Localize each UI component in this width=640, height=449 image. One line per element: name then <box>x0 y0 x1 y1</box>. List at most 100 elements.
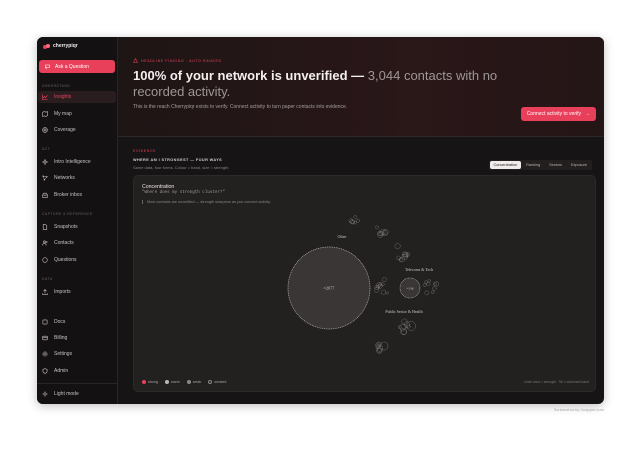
telecom-satellite-bubble[interactable] <box>431 290 435 295</box>
sidebar-item-snapshots[interactable]: Snapshots <box>38 221 116 233</box>
sparkle-icon <box>42 159 48 165</box>
warning-icon <box>133 58 138 63</box>
legend-label: unrated <box>214 380 227 384</box>
sidebar-item-networks[interactable]: Networks <box>38 172 116 184</box>
legend-label: weak <box>192 380 202 384</box>
telecom-satellite-bubble[interactable] <box>433 281 439 287</box>
shield-icon <box>42 368 48 374</box>
public-small-bubble[interactable] <box>398 325 402 329</box>
bubble-telecoms-label: ≈136 <box>407 287 414 291</box>
inbox-icon <box>42 192 48 198</box>
sidebar-item-label: Intro Intelligence <box>54 159 91 165</box>
panel-note: Most contacts are unverified — strength … <box>142 200 271 204</box>
card-icon <box>42 335 48 341</box>
telecom-satellite-bubble[interactable] <box>424 290 430 296</box>
sidebar-item-label: Coverage <box>54 127 76 133</box>
section-label-capture: Capture & Reference <box>42 212 93 216</box>
logo[interactable]: cherrypiqr <box>43 43 78 49</box>
sidebar-divider <box>37 383 117 384</box>
telecom-satellite-bubble[interactable] <box>432 286 437 291</box>
legend-item-warm: warm <box>165 380 180 384</box>
map-icon <box>42 111 48 117</box>
sidebar-item-label: Contacts <box>54 240 74 246</box>
sidebar-item-broker-inbox[interactable]: Broker inbox <box>38 189 116 201</box>
sidebar-item-admin[interactable]: Admin <box>38 365 116 377</box>
sidebar-item-settings[interactable]: Settings <box>38 348 116 360</box>
network-icon <box>42 175 48 181</box>
main-satellite-bubble[interactable] <box>385 291 389 295</box>
sidebar-item-billing[interactable]: Billing <box>38 332 116 344</box>
app-window: cherrypiqr Ask a Question Understand Ins… <box>37 37 604 404</box>
cherry-logo-icon <box>43 43 50 49</box>
concentration-panel: ≈2677 ≈136 Telecoms & Tech Other Public Sect… <box>133 175 596 392</box>
public-small-bubble[interactable] <box>399 323 407 331</box>
legend-swatch <box>165 380 169 384</box>
sidebar-item-docs[interactable]: Docs <box>38 316 116 328</box>
sidebar-item-my-map[interactable]: My map <box>38 108 116 120</box>
sidebar-item-insights[interactable]: Insights <box>38 91 116 103</box>
headline: 100% of your network is unverified — 3,0… <box>133 68 513 99</box>
tab-exposure[interactable]: Exposure <box>567 161 591 169</box>
chart-line-icon <box>42 94 48 100</box>
sidebar-item-label: Questions <box>54 257 77 263</box>
cluster-label-other: Other <box>337 234 347 239</box>
target-icon <box>42 127 48 133</box>
sidebar-item-imports[interactable]: Imports <box>38 286 116 298</box>
sidebar-item-coverage[interactable]: Coverage <box>38 124 116 136</box>
watermark: Screenshot by Xnapper.com <box>553 407 604 412</box>
sidebar-item-label: Docs <box>54 319 66 325</box>
connect-activity-button[interactable]: Connect activity to verify → <box>520 107 596 121</box>
main-satellite-bubble[interactable] <box>380 289 386 295</box>
sidebar: cherrypiqr Ask a Question Understand Ins… <box>37 37 118 404</box>
main-content: HEADLINE FINDING · AUTO RANKED 100% of y… <box>118 37 604 404</box>
headline-subline: This is the reach Cherrypiqr exists to v… <box>133 104 348 110</box>
bubble-main-label: ≈2677 <box>324 286 335 291</box>
main-satellite-bubble[interactable] <box>382 277 387 282</box>
sidebar-item-label: Billing <box>54 335 68 341</box>
connect-activity-label: Connect activity to verify <box>526 111 581 117</box>
upload-icon <box>42 289 48 295</box>
tab-concentration[interactable]: Concentration <box>489 161 522 169</box>
ask-question-label: Ask a Question <box>55 63 89 70</box>
panel-title: Concentration <box>142 184 175 190</box>
arrow-right-icon: → <box>585 111 590 117</box>
ask-question-button[interactable]: Ask a Question <box>39 60 115 73</box>
chat-bubble-icon <box>45 64 50 69</box>
legend-item-weak: weak <box>186 380 202 384</box>
public-bubble[interactable] <box>406 321 416 331</box>
legend-swatch <box>142 380 146 384</box>
size-note: circle area = strength · 96 × dominant b… <box>524 380 589 384</box>
sidebar-item-intro-intelligence[interactable]: Intro Intelligence <box>38 156 116 168</box>
sidebar-item-label: My map <box>54 111 72 117</box>
people-icon <box>42 240 48 246</box>
tab-ranking[interactable]: Ranking <box>522 161 544 169</box>
telecom-small-bubble[interactable] <box>396 255 401 261</box>
sidebar-item-label: Networks <box>54 175 75 181</box>
telecom-small-bubble[interactable] <box>394 243 401 250</box>
headline-strong: 100% of your network is unverified — <box>133 68 365 83</box>
telecom-satellite-bubble[interactable] <box>422 283 427 287</box>
other-small-bubble[interactable] <box>375 225 379 230</box>
headline-tag: HEADLINE FINDING · AUTO RANKED <box>133 58 222 63</box>
telecom-satellite-bubble[interactable] <box>426 281 431 286</box>
legend-item-unrated: unrated <box>208 380 226 384</box>
tab-sectors[interactable]: Sectors <box>545 161 566 169</box>
evidence-title: WHERE AM I STRONGEST — FOUR WAYS <box>133 158 223 162</box>
telecom-satellite-bubble[interactable] <box>433 281 437 286</box>
cluster-label-telecoms: Telecoms & Tech <box>405 267 433 272</box>
sidebar-item-questions[interactable]: Questions <box>38 254 116 266</box>
view-tabs: Concentration Ranking Sectors Exposure <box>488 160 592 170</box>
section-label-act: Act <box>42 147 51 151</box>
bottom-small-bubble[interactable] <box>375 342 381 348</box>
sidebar-item-contacts[interactable]: Contacts <box>38 237 116 249</box>
legend-swatch <box>186 380 191 384</box>
other-small-bubble[interactable] <box>353 215 358 219</box>
section-label-understand: Understand <box>42 84 71 88</box>
headline-banner: HEADLINE FINDING · AUTO RANKED 100% of y… <box>118 37 604 137</box>
theme-toggle[interactable]: Light mode <box>38 388 116 400</box>
logo-text: cherrypiqr <box>53 43 78 49</box>
panel-question: "Where does my strength cluster?" <box>142 191 225 195</box>
legend-swatch <box>208 380 213 384</box>
telecom-satellite-bubble[interactable] <box>427 279 431 283</box>
other-small-bubble[interactable] <box>355 218 360 223</box>
